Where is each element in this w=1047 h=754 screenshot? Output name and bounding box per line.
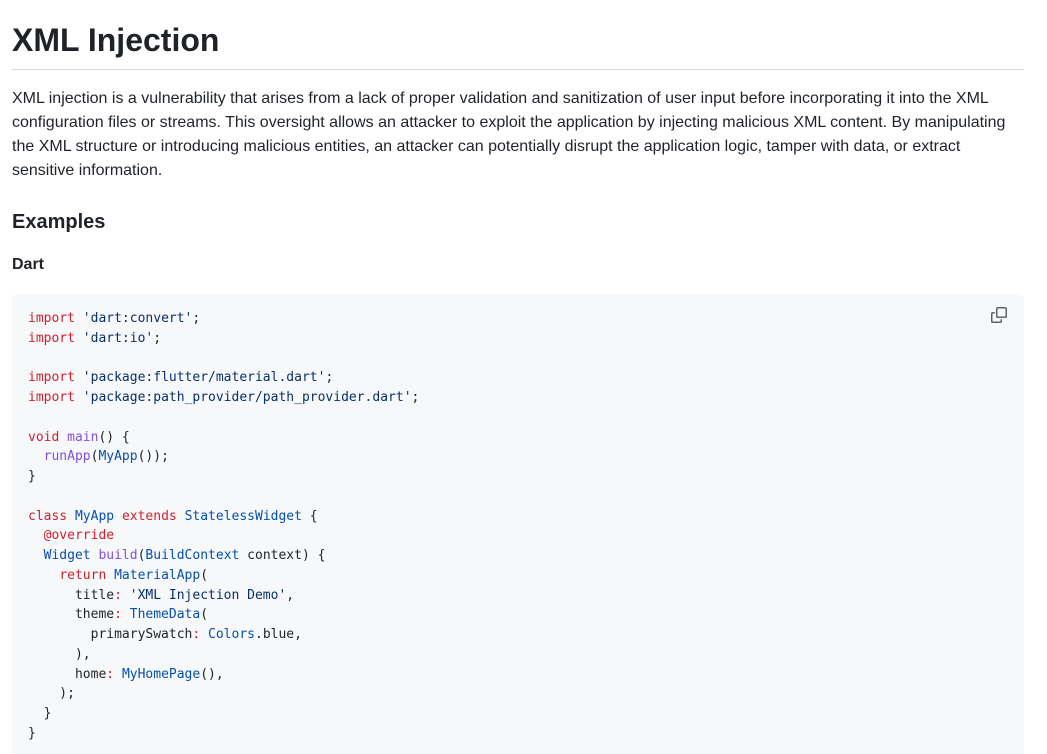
code-token: , — [286, 587, 295, 603]
code-line: title: 'XML Injection Demo', — [28, 586, 1008, 606]
code-line: import 'dart:convert'; — [28, 309, 1008, 329]
code-token: MyApp — [74, 508, 115, 524]
code-token: home — [28, 666, 107, 682]
code-token: void — [28, 429, 60, 445]
code-line: theme: ThemeData( — [28, 605, 1008, 625]
code-line: return MaterialApp( — [28, 566, 1008, 586]
code-token: class — [28, 508, 68, 524]
code-token: primarySwatch — [28, 627, 193, 642]
code-token: Widget — [43, 548, 91, 563]
code-token: } — [28, 725, 36, 741]
code-line: } — [28, 704, 1008, 724]
code-token: MaterialApp — [114, 567, 201, 583]
code-token: extends — [121, 508, 177, 524]
code-token: 'package:flutter/material.dart' — [82, 370, 326, 386]
page-title: XML Injection — [12, 0, 1024, 70]
code-token: import — [28, 390, 75, 405]
code-token: () { — [98, 429, 130, 445]
code-token: ), — [28, 646, 91, 662]
code-token: import — [28, 330, 75, 346]
code-line: import 'package:path_provider/path_provi… — [28, 388, 1008, 408]
examples-heading: Examples — [12, 211, 106, 233]
code-token: 'package:path_provider/path_provider.dar… — [82, 390, 412, 405]
language-heading: Dart — [12, 256, 45, 273]
code-line: } — [28, 467, 1008, 487]
code-token: (), — [200, 666, 224, 682]
code-line: @override — [28, 526, 1008, 546]
code-token: ( — [200, 567, 209, 583]
code-token: main — [67, 429, 99, 445]
copy-icon — [991, 307, 1007, 323]
code-token: title — [28, 587, 115, 603]
code-token: { — [301, 508, 318, 524]
code-token: ; — [153, 330, 162, 346]
code-token: import — [28, 311, 75, 326]
code-line: runApp(MyApp()); — [28, 447, 1008, 467]
code-token: ThemeData — [129, 607, 201, 623]
article: XML Injection XML injection is a vulnera… — [0, 0, 1047, 754]
code-token: Colors — [208, 627, 255, 642]
code-line: primarySwatch: Colors.blue, — [28, 625, 1008, 645]
code-token: runApp — [43, 449, 91, 465]
code-line: void main() { — [28, 428, 1008, 448]
code-token: 'dart:convert' — [82, 311, 193, 326]
code-line: import 'dart:io'; — [28, 329, 1008, 349]
code-token: ; — [325, 370, 334, 386]
code-token: MyHomePage — [121, 666, 201, 682]
code-token: } — [28, 706, 52, 721]
code-token: 'XML Injection Demo' — [129, 587, 287, 603]
code-line: ), — [28, 645, 1008, 665]
code-token: : — [114, 607, 122, 623]
code-line: import 'package:flutter/material.dart'; — [28, 368, 1008, 388]
code-token: ; — [411, 390, 420, 405]
code-token: : — [114, 587, 122, 603]
code-line: Widget build(BuildContext context) { — [28, 546, 1008, 566]
code-line: } — [28, 724, 1008, 744]
code-line: home: MyHomePage(), — [28, 665, 1008, 685]
code-token: return — [59, 567, 107, 583]
code-token: build — [98, 548, 138, 563]
code-token: .blue, — [255, 627, 302, 642]
code-token: context) { — [239, 548, 326, 563]
code-content[interactable]: import 'dart:convert'; import 'dart:io'; i… — [28, 309, 1008, 744]
code-token: StatelessWidget — [184, 508, 302, 524]
code-token: ( — [200, 607, 209, 623]
code-line: ); — [28, 684, 1008, 704]
code-token: import — [28, 370, 75, 386]
copy-button[interactable] — [988, 304, 1010, 326]
code-token: ; — [192, 311, 201, 326]
intro-paragraph: XML injection is a vulnerability that ar… — [12, 90, 1006, 179]
code-token: BuildContext — [145, 548, 240, 563]
code-token: 'dart:io' — [82, 330, 154, 346]
code-token: ); — [28, 686, 75, 702]
code-token: : — [106, 666, 115, 682]
code-token: } — [28, 469, 36, 484]
code-block: import 'dart:convert'; import 'dart:io'; i… — [12, 294, 1024, 754]
code-token: @override — [43, 528, 115, 544]
code-line: class MyApp extends StatelessWidget { — [28, 507, 1008, 527]
code-token: MyApp — [98, 449, 138, 465]
code-token: ()); — [137, 449, 169, 465]
code-token: theme — [28, 607, 115, 623]
